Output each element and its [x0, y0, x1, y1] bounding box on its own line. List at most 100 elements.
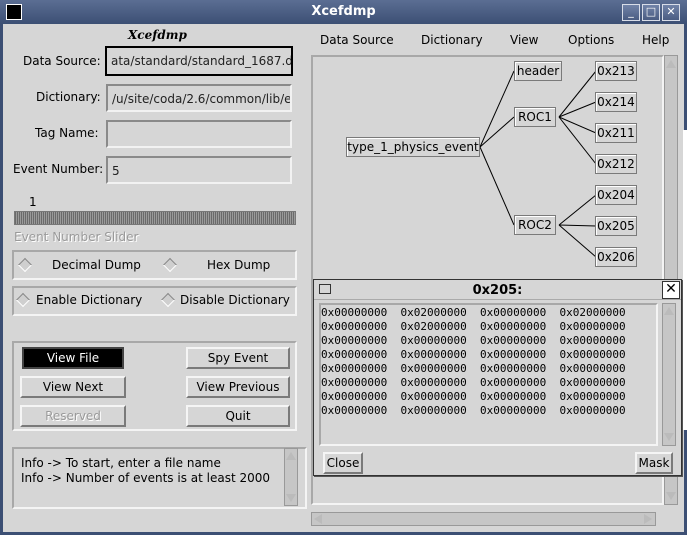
scroll-down-icon[interactable] — [666, 492, 676, 500]
tree-node-bank[interactable]: 0x213 — [595, 61, 637, 81]
hex-cell: 0x00000000 — [479, 390, 547, 403]
hex-row: 0x00000000 0x00000000 0x00000000 0x00000… — [321, 334, 626, 348]
tree-node-bank[interactable]: 0x211 — [595, 123, 637, 143]
disable-dictionary-label[interactable]: Disable Dictionary — [180, 293, 290, 307]
view-next-button[interactable]: View Next — [20, 376, 126, 398]
event-number-label: Event Number: — [13, 162, 104, 176]
menu-data-source[interactable]: Data Source — [320, 33, 394, 47]
app-title: Xcefdmp — [128, 28, 187, 42]
tree-node-bank[interactable]: 0x204 — [595, 185, 637, 205]
decimal-dump-label[interactable]: Decimal Dump — [52, 258, 141, 272]
hex-cell: 0x00000000 — [479, 348, 547, 361]
info-line: Info -> To start, enter a file name — [21, 456, 221, 470]
hex-cell: 0x00000000 — [479, 334, 547, 347]
bank-dump-popup: 0x205: ✕ 0x00000000 0x02000000 0x0000000… — [313, 279, 682, 476]
hex-cell: 0x00000000 — [559, 362, 626, 375]
hex-cell: 0x00000000 — [321, 320, 388, 333]
dictionary-label: Dictionary: — [36, 90, 101, 104]
popup-close-button[interactable]: Close — [323, 452, 363, 474]
scroll-left-icon[interactable] — [314, 514, 322, 524]
hex-cell: 0x02000000 — [400, 306, 467, 319]
hex-cell: 0x00000000 — [321, 362, 388, 375]
menu-options[interactable]: Options — [568, 33, 614, 47]
maximize-icon[interactable]: □ — [642, 4, 660, 21]
hex-dump-label[interactable]: Hex Dump — [207, 258, 270, 272]
event-number-slider[interactable] — [14, 211, 296, 225]
tree-node-bank[interactable]: 0x205 — [595, 216, 637, 236]
hex-cell: 0x00000000 — [321, 334, 388, 347]
tree-node-roc1[interactable]: ROC1 — [514, 107, 556, 127]
hex-cell: 0x00000000 — [559, 320, 626, 333]
scroll-down-icon[interactable] — [286, 494, 296, 502]
hex-row: 0x00000000 0x00000000 0x00000000 0x00000… — [321, 362, 626, 376]
tag-name-input[interactable] — [106, 120, 292, 148]
tree-horizontal-scrollbar[interactable] — [311, 512, 656, 526]
hex-row: 0x00000000 0x02000000 0x00000000 0x00000… — [321, 320, 626, 334]
menu-dictionary[interactable]: Dictionary — [421, 33, 483, 47]
hex-cell: 0x00000000 — [321, 306, 388, 319]
dictionary-input[interactable]: /u/site/coda/2.6/common/lib/ev — [106, 84, 292, 112]
info-line: Info -> Number of events is at least 200… — [21, 471, 271, 485]
hex-row: 0x00000000 0x00000000 0x00000000 0x00000… — [321, 404, 626, 418]
popup-mask-button[interactable]: Mask — [635, 452, 673, 474]
hex-cell: 0x00000000 — [400, 404, 467, 417]
quit-button[interactable]: Quit — [186, 405, 290, 427]
data-source-input[interactable]: ata/standard/standard_1687.dat — [105, 46, 293, 76]
hex-cell: 0x00000000 — [321, 404, 388, 417]
hex-cell: 0x00000000 — [400, 362, 467, 375]
tag-name-label: Tag Name: — [35, 126, 99, 140]
minimize-icon[interactable]: _ — [622, 4, 640, 21]
view-file-button[interactable]: View File — [22, 347, 124, 369]
tree-node-bank[interactable]: 0x206 — [595, 247, 637, 267]
tree-node-header[interactable]: header — [514, 61, 562, 81]
scroll-up-icon[interactable] — [666, 60, 676, 68]
hex-cell: 0x00000000 — [479, 320, 547, 333]
hex-cell: 0x02000000 — [559, 306, 626, 319]
hex-cell: 0x00000000 — [400, 390, 467, 403]
hex-row: 0x00000000 0x00000000 0x00000000 0x00000… — [321, 376, 626, 390]
hex-dump-table: 0x00000000 0x02000000 0x00000000 0x02000… — [321, 306, 626, 418]
scroll-up-icon[interactable] — [664, 307, 674, 315]
hex-row: 0x00000000 0x00000000 0x00000000 0x00000… — [321, 348, 626, 362]
scroll-right-icon[interactable] — [644, 514, 652, 524]
hex-cell: 0x00000000 — [321, 376, 388, 389]
hex-cell: 0x00000000 — [559, 404, 626, 417]
menu-help[interactable]: Help — [642, 33, 669, 47]
tree-node-root[interactable]: type_1_physics_event — [346, 137, 480, 157]
hex-cell: 0x00000000 — [400, 348, 467, 361]
close-icon[interactable]: ✕ — [662, 4, 680, 21]
popup-close-icon[interactable]: ✕ — [662, 281, 680, 299]
event-number-input[interactable]: 5 — [106, 156, 292, 184]
hex-cell: 0x00000000 — [479, 362, 547, 375]
hex-row: 0x00000000 0x02000000 0x00000000 0x02000… — [321, 306, 626, 320]
hex-cell: 0x00000000 — [559, 376, 626, 389]
view-previous-button[interactable]: View Previous — [186, 376, 290, 398]
enable-dictionary-label[interactable]: Enable Dictionary — [36, 293, 142, 307]
popup-title: 0x205: — [472, 283, 523, 298]
slider-label: Event Number Slider — [14, 230, 139, 244]
data-source-label: Data Source: — [23, 54, 101, 68]
tree-node-bank[interactable]: 0x212 — [595, 154, 637, 174]
hex-cell: 0x02000000 — [400, 320, 467, 333]
scroll-up-icon[interactable] — [286, 452, 296, 460]
hex-cell: 0x00000000 — [321, 348, 388, 361]
tree-node-roc2[interactable]: ROC2 — [514, 215, 556, 235]
scroll-down-icon[interactable] — [664, 433, 674, 441]
slider-value: 1 — [29, 195, 37, 209]
hex-row: 0x00000000 0x00000000 0x00000000 0x00000… — [321, 390, 626, 404]
menu-view[interactable]: View — [510, 33, 538, 47]
tree-node-bank[interactable]: 0x214 — [595, 92, 637, 112]
background-window-edge — [683, 130, 687, 430]
hex-cell: 0x00000000 — [400, 334, 467, 347]
spy-event-button[interactable]: Spy Event — [186, 347, 290, 369]
popup-scrollbar[interactable] — [662, 303, 676, 446]
hex-cell: 0x00000000 — [400, 376, 467, 389]
hex-cell: 0x00000000 — [321, 390, 388, 403]
hex-cell: 0x00000000 — [479, 306, 547, 319]
hex-cell: 0x00000000 — [559, 334, 626, 347]
hex-cell: 0x00000000 — [559, 390, 626, 403]
hex-cell: 0x00000000 — [479, 376, 547, 389]
hex-cell: 0x00000000 — [479, 404, 547, 417]
window-titlebar[interactable]: Xcefdmp _ □ ✕ — [0, 0, 687, 24]
window-title: Xcefdmp — [311, 4, 376, 19]
